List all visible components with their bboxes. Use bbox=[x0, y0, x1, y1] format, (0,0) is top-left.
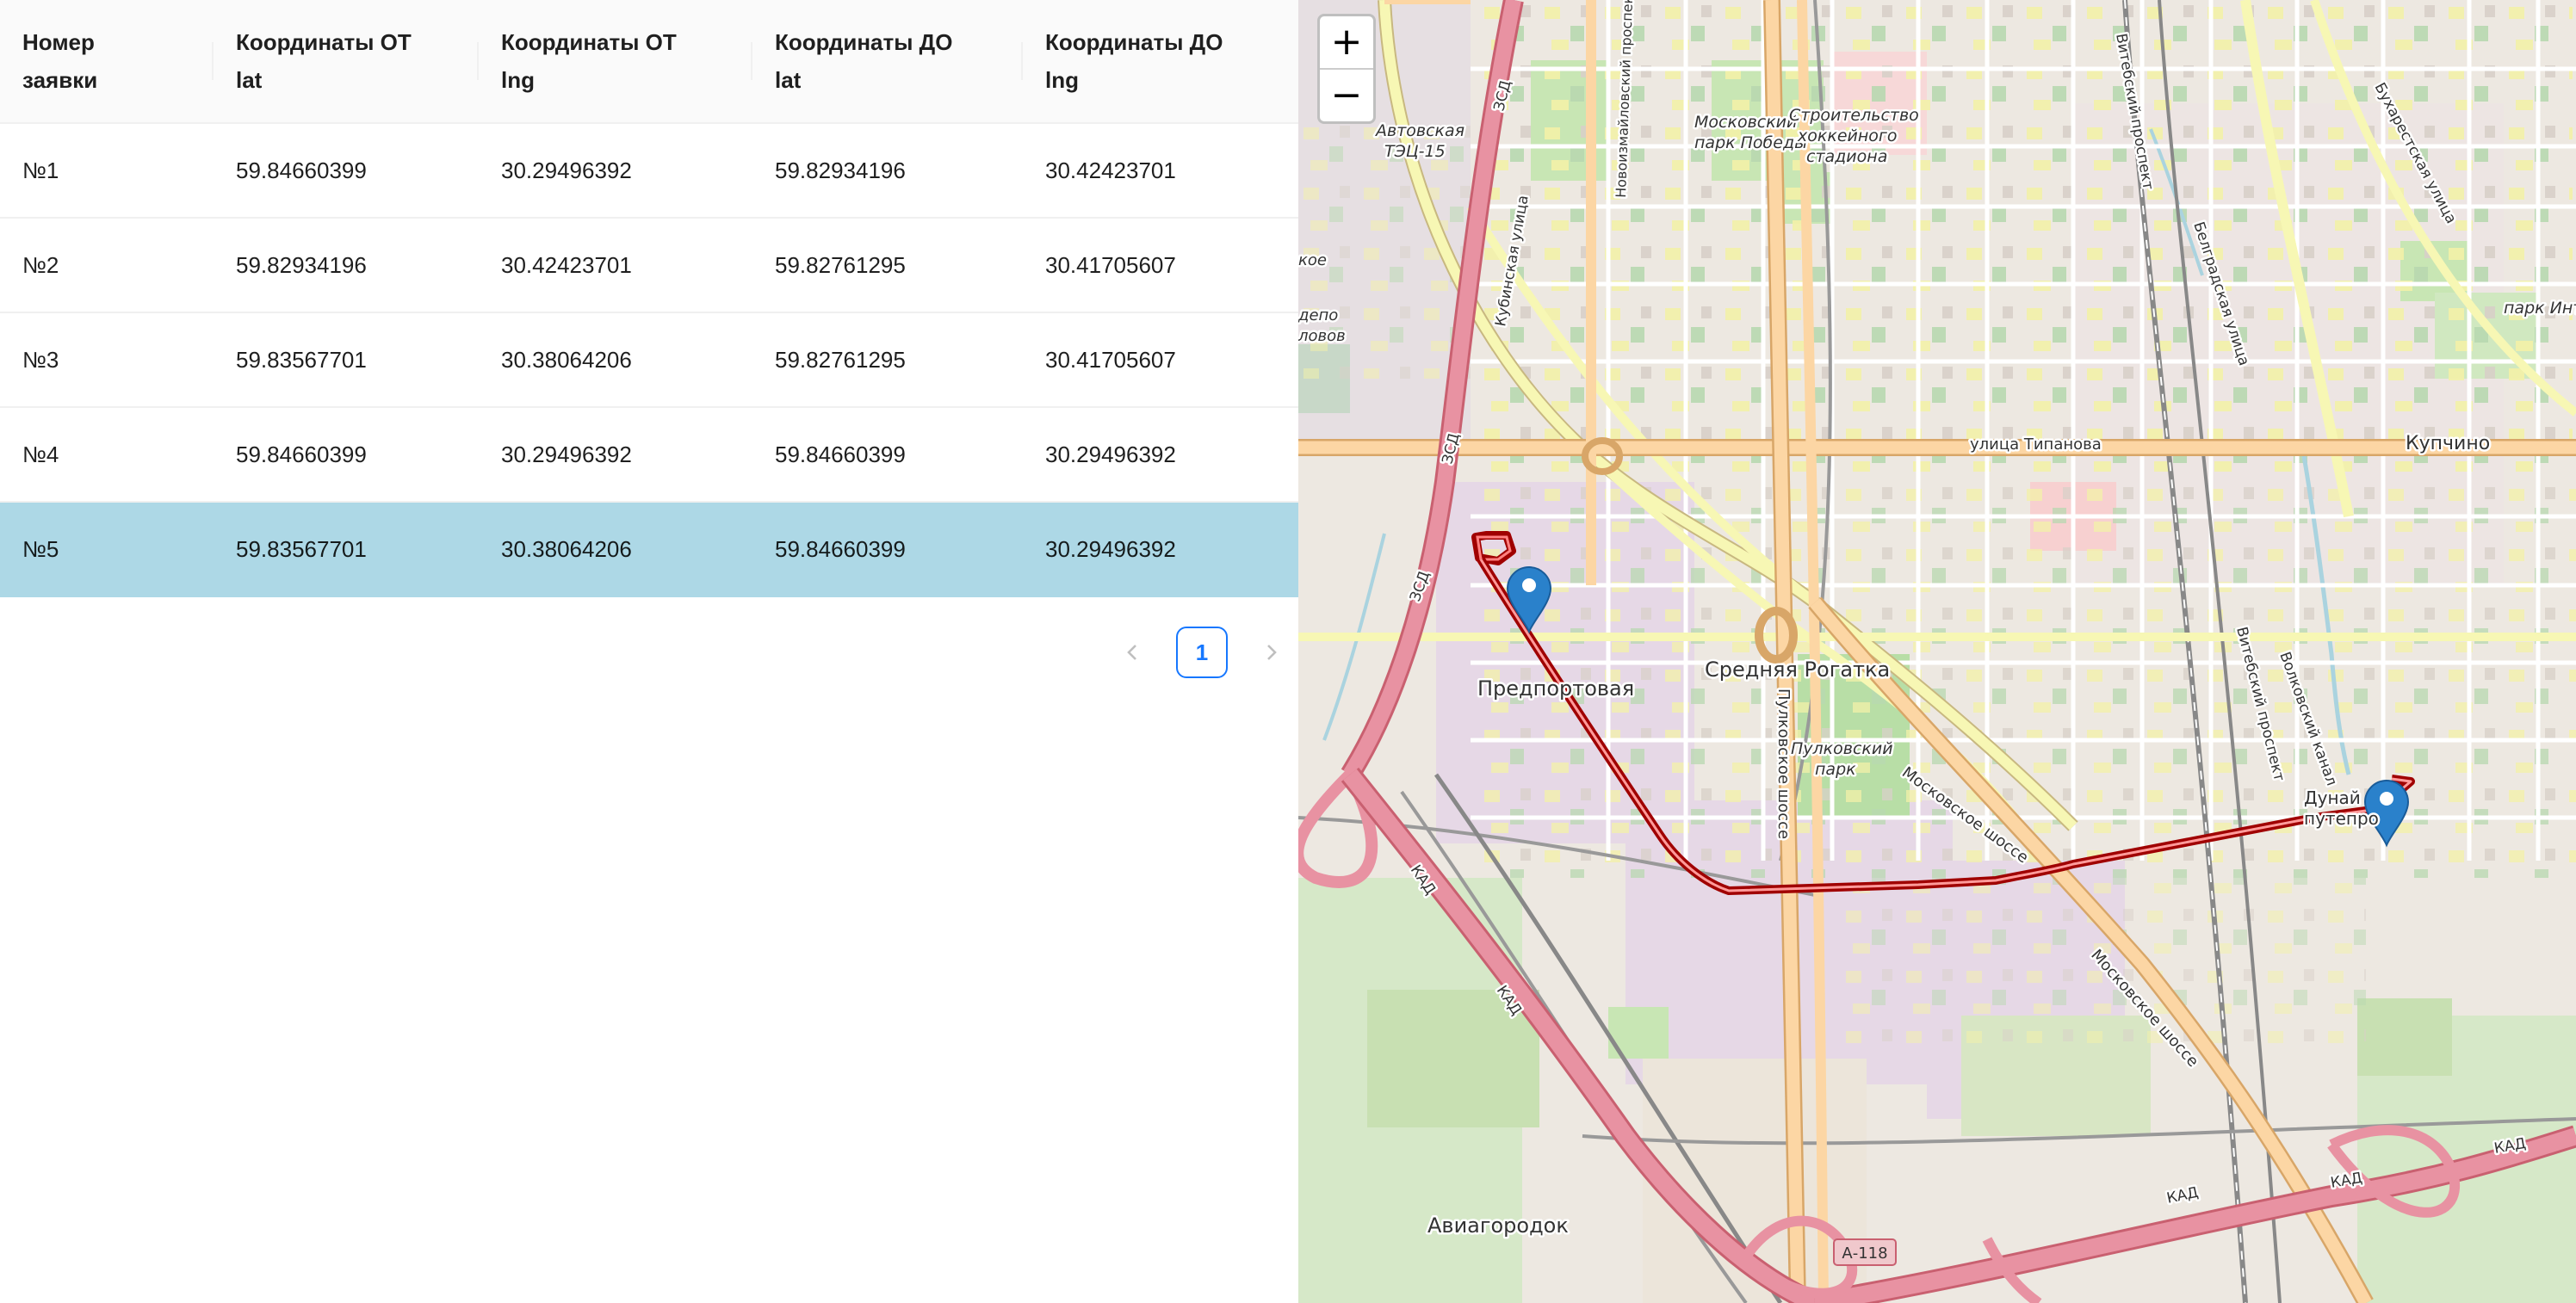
street-label: Пулковское шоссе bbox=[1774, 689, 1793, 839]
cell-order-number: №2 bbox=[0, 218, 214, 313]
district-label: Авиагородок bbox=[1427, 1213, 1569, 1238]
poi-label: стадиона bbox=[1806, 147, 1887, 166]
column-header-line: заявки bbox=[22, 67, 98, 93]
column-header-from-lat[interactable]: Координаты ОТ lat bbox=[214, 0, 479, 124]
next-page-button[interactable] bbox=[1243, 625, 1298, 680]
cell-from-lat: 59.84660399 bbox=[214, 407, 479, 503]
cell-from-lat: 59.83567701 bbox=[214, 312, 479, 408]
cell-from-lat: 59.84660399 bbox=[214, 123, 479, 219]
poi-label: Автовская bbox=[1374, 121, 1464, 140]
poi-label: путепро bbox=[2304, 808, 2379, 829]
street-label: улица Типанова bbox=[1970, 435, 2102, 454]
orders-table-panel: Номер заявки Координаты ОТ lat Координат… bbox=[0, 0, 1298, 1303]
column-header-to-lat[interactable]: Координаты ДО lat bbox=[752, 0, 1023, 124]
column-header-from-lng[interactable]: Координаты ОТ lng bbox=[479, 0, 752, 124]
column-header-line: Координаты ДО bbox=[775, 29, 953, 55]
app: Номер заявки Координаты ОТ lat Координат… bbox=[0, 0, 2576, 1303]
cell-to-lng: 30.29496392 bbox=[1023, 407, 1298, 503]
district-label: Средняя Рогатка bbox=[1705, 658, 1890, 682]
route-map[interactable]: Купчино Средняя Рогатка Предпортовая Ави… bbox=[1298, 0, 2576, 1303]
cell-to-lng: 30.41705607 bbox=[1023, 218, 1298, 313]
table-row-selected[interactable]: №5 59.83567701 30.38064206 59.84660399 3… bbox=[0, 502, 1298, 597]
park-label: Пулковский bbox=[1791, 739, 1893, 758]
column-header-line: lat bbox=[236, 67, 263, 93]
cell-order-number: №4 bbox=[0, 407, 214, 503]
park-label: Московский bbox=[1694, 113, 1797, 132]
cell-from-lng: 30.38064206 bbox=[479, 502, 752, 597]
district-label: Купчино bbox=[2406, 433, 2490, 454]
road-shield: А-118 bbox=[1833, 1238, 1897, 1266]
cell-order-number: №1 bbox=[0, 123, 214, 219]
cell-from-lng: 30.29496392 bbox=[479, 123, 752, 219]
cell-from-lng: 30.38064206 bbox=[479, 312, 752, 408]
table-row[interactable]: №1 59.84660399 30.29496392 59.82934196 3… bbox=[0, 123, 1298, 219]
cell-to-lat: 59.82761295 bbox=[752, 218, 1023, 313]
poi-label: депо bbox=[1298, 306, 1338, 324]
table-row[interactable]: №3 59.83567701 30.38064206 59.82761295 3… bbox=[0, 312, 1298, 408]
park-label: парк Интер bbox=[2504, 299, 2576, 318]
table-header: Номер заявки Координаты ОТ lat Координат… bbox=[0, 0, 1298, 124]
table-row[interactable]: №2 59.82934196 30.42423701 59.82761295 3… bbox=[0, 218, 1298, 313]
cell-from-lng: 30.29496392 bbox=[479, 407, 752, 503]
column-header-order-number[interactable]: Номер заявки bbox=[0, 0, 214, 124]
poi-label: хоккейного bbox=[1797, 127, 1898, 145]
district-label: Предпортовая bbox=[1477, 676, 1634, 701]
poi-label: Дунай bbox=[2304, 787, 2361, 808]
cell-to-lat: 59.82934196 bbox=[752, 123, 1023, 219]
column-header-line: lat bbox=[775, 67, 802, 93]
column-header-line: Координаты ДО bbox=[1045, 29, 1223, 55]
cell-to-lng: 30.29496392 bbox=[1023, 502, 1298, 597]
cell-order-number: №5 bbox=[0, 502, 214, 597]
orders-table: Номер заявки Координаты ОТ lat Координат… bbox=[0, 0, 1298, 597]
table-body: №1 59.84660399 30.29496392 59.82934196 3… bbox=[0, 123, 1298, 597]
cell-to-lng: 30.42423701 bbox=[1023, 123, 1298, 219]
poi-label: ТЭЦ-15 bbox=[1384, 142, 1446, 161]
park-label: парк bbox=[1815, 760, 1856, 779]
column-header-line: Координаты ОТ bbox=[236, 29, 412, 55]
map-tiles: Купчино Средняя Рогатка Предпортовая Ави… bbox=[1298, 0, 2576, 1303]
map-zoom-control: + − bbox=[1317, 14, 1376, 124]
column-header-line: Номер bbox=[22, 29, 95, 55]
poi-label: Строительство bbox=[1789, 106, 1919, 125]
park-label: парк Победы bbox=[1694, 133, 1807, 152]
cell-order-number: №3 bbox=[0, 312, 214, 408]
cell-to-lat: 59.82761295 bbox=[752, 312, 1023, 408]
cell-to-lng: 30.41705607 bbox=[1023, 312, 1298, 408]
page-number-button[interactable]: 1 bbox=[1176, 627, 1228, 678]
poi-label: ловов bbox=[1298, 327, 1346, 345]
cell-to-lat: 59.84660399 bbox=[752, 407, 1023, 503]
zoom-out-button[interactable]: − bbox=[1320, 68, 1373, 121]
column-header-line: lng bbox=[1045, 67, 1079, 93]
cell-from-lat: 59.83567701 bbox=[214, 502, 479, 597]
pagination: 1 bbox=[1105, 625, 1298, 680]
table-row[interactable]: №4 59.84660399 30.29496392 59.84660399 3… bbox=[0, 407, 1298, 503]
cell-from-lat: 59.82934196 bbox=[214, 218, 479, 313]
road-shield-label: А-118 bbox=[1842, 1244, 1887, 1263]
chevron-left-icon bbox=[1127, 645, 1136, 660]
chevron-right-icon bbox=[1267, 645, 1277, 660]
zoom-in-button[interactable]: + bbox=[1320, 16, 1373, 68]
cell-from-lng: 30.42423701 bbox=[479, 218, 752, 313]
poi-label: кое bbox=[1298, 251, 1327, 269]
column-header-line: Координаты ОТ bbox=[501, 29, 677, 55]
column-header-to-lng[interactable]: Координаты ДО lng bbox=[1023, 0, 1298, 124]
cell-to-lat: 59.84660399 bbox=[752, 502, 1023, 597]
prev-page-button[interactable] bbox=[1105, 625, 1161, 680]
column-header-line: lng bbox=[501, 67, 535, 93]
